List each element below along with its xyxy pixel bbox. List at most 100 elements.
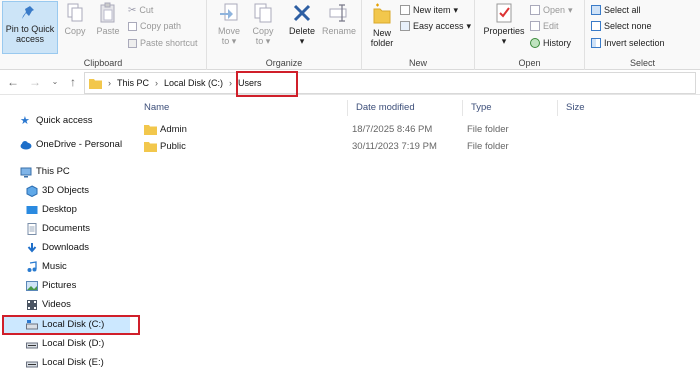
nav-item-3d-objects[interactable]: 3D Objects [0,182,135,199]
paste-shortcut-icon [128,38,137,48]
address-bar[interactable]: › This PC › Local Disk (C:) › Users [84,72,696,94]
cut-button[interactable]: ✂ Cut [128,3,153,17]
select-all-icon [591,5,601,15]
edit-label: Edit [543,21,559,31]
breadcrumb-local-disk-c[interactable]: Local Disk (C:) [160,78,227,88]
column-header-name[interactable]: Name [136,100,348,116]
new-folder-button[interactable]: New folder [367,2,397,48]
properties-icon [496,3,512,23]
easy-access-button[interactable]: Easy access ▾ [400,19,471,33]
properties-button[interactable]: Properties ▾ [481,2,527,46]
clipboard-group-label: Clipboard [83,58,123,68]
up-button[interactable]: ↑ [66,75,80,89]
invert-selection-button[interactable]: Invert selection [591,36,665,50]
new-item-label: New item [413,5,451,15]
copy-button[interactable]: Copy [62,2,88,36]
nav-item-videos[interactable]: Videos [0,296,135,313]
copy-to-label-2: to [255,36,264,46]
nav-item-local-disk-d[interactable]: Local Disk (D:) [0,335,135,352]
select-none-button[interactable]: Select none [591,19,652,33]
star-icon: ★ [20,114,30,127]
invert-selection-icon [591,38,601,48]
open-icon [530,5,540,15]
move-to-label-2: to [221,36,230,46]
properties-label: Properties [483,26,525,36]
computer-icon [20,167,32,177]
copy-to-label-1: Copy [252,26,274,36]
copy-label: Copy [64,26,86,36]
move-to-button[interactable]: Move to ▾ [215,2,243,46]
column-header-type[interactable]: Type [463,100,558,116]
edit-button[interactable]: Edit [530,19,559,33]
select-none-label: Select none [604,21,652,31]
music-icon [27,260,37,272]
cut-label: Cut [139,5,154,15]
nav-item-pictures[interactable]: Pictures [0,277,135,294]
nav-item-label: This PC [36,166,70,177]
nav-item-onedrive[interactable]: OneDrive - Personal [0,136,135,153]
history-icon [530,38,540,48]
paste-label: Paste [96,26,120,36]
nav-item-music[interactable]: Music [0,258,135,275]
cube-icon [26,184,38,197]
new-folder-icon [373,3,391,24]
column-header-date-modified[interactable]: Date modified [348,100,463,116]
column-header-size[interactable]: Size [558,100,638,116]
copy-to-button[interactable]: Copy to ▾ [249,2,277,46]
pin-label-2: access [15,34,44,44]
history-label: History [543,38,572,48]
nav-item-label: Videos [42,299,71,310]
nav-item-this-pc[interactable]: This PC [0,163,135,180]
organize-group-label: Organize [265,58,303,68]
download-icon [27,242,37,253]
pin-icon [22,4,34,19]
pin-to-quick-access-button[interactable]: Pin to Quick access [3,2,57,44]
file-row[interactable]: Admin 18/7/2025 8:46 PM File folder [142,122,642,138]
new-item-button[interactable]: New item ▾ [400,3,458,17]
open-group-label: Open [518,58,541,68]
file-date: 30/11/2023 7:19 PM [352,141,437,152]
history-button[interactable]: History [530,36,571,50]
select-all-button[interactable]: Select all [591,3,641,17]
delete-label: Delete [288,26,315,36]
nav-item-label: Local Disk (D:) [42,338,105,349]
organize-group: Move to ▾ Copy to ▾ Delete ▾ Rename Organ… [207,0,362,70]
new-group-label: New [408,58,427,68]
nav-item-label: Music [42,261,67,272]
file-row[interactable]: Public 30/11/2023 7:19 PM File folder [142,139,642,155]
nav-item-documents[interactable]: Documents [0,220,135,237]
paste-button[interactable]: Paste [94,2,122,36]
breadcrumb-separator-icon: › [155,78,159,88]
video-icon [27,299,37,310]
select-group-label: Select [629,58,655,68]
new-item-icon [400,5,410,15]
scissors-icon: ✂ [128,4,137,16]
paste-shortcut-button[interactable]: Paste shortcut [128,36,198,50]
rename-button[interactable]: Rename [321,2,357,36]
delete-button[interactable]: Delete ▾ [287,2,317,46]
copy-path-button[interactable]: Copy path [128,19,181,33]
nav-item-quick-access[interactable]: ★ Quick access [0,112,135,129]
pin-label-1: Pin to Quick [5,24,55,34]
recent-locations-button[interactable]: ⌄ [48,75,62,89]
back-button[interactable]: ← [6,75,20,89]
nav-item-label: Quick access [36,115,93,126]
nav-item-downloads[interactable]: Downloads [0,239,135,256]
copy-path-icon [128,21,137,31]
cloud-icon [20,140,32,149]
folder-icon [144,125,157,135]
breadcrumb-this-pc[interactable]: This PC [113,78,153,88]
pictures-icon [26,280,38,291]
address-row: ← → ⌄ ↑ › This PC › Local Disk (C:) › Us… [0,71,700,95]
open-group: Properties ▾ Open ▾ Edit History Open [475,0,585,70]
open-button[interactable]: Open ▾ [530,3,573,17]
chevron-down-icon: ⌄ [51,77,59,86]
nav-item-label: Desktop [42,204,77,215]
invert-selection-label: Invert selection [604,38,665,48]
forward-button[interactable]: → [28,75,42,89]
select-none-icon [591,21,601,31]
edit-icon [530,21,540,31]
nav-item-desktop[interactable]: Desktop [0,201,135,218]
nav-item-local-disk-e[interactable]: Local Disk (E:) [0,354,135,371]
folder-icon [89,78,102,89]
